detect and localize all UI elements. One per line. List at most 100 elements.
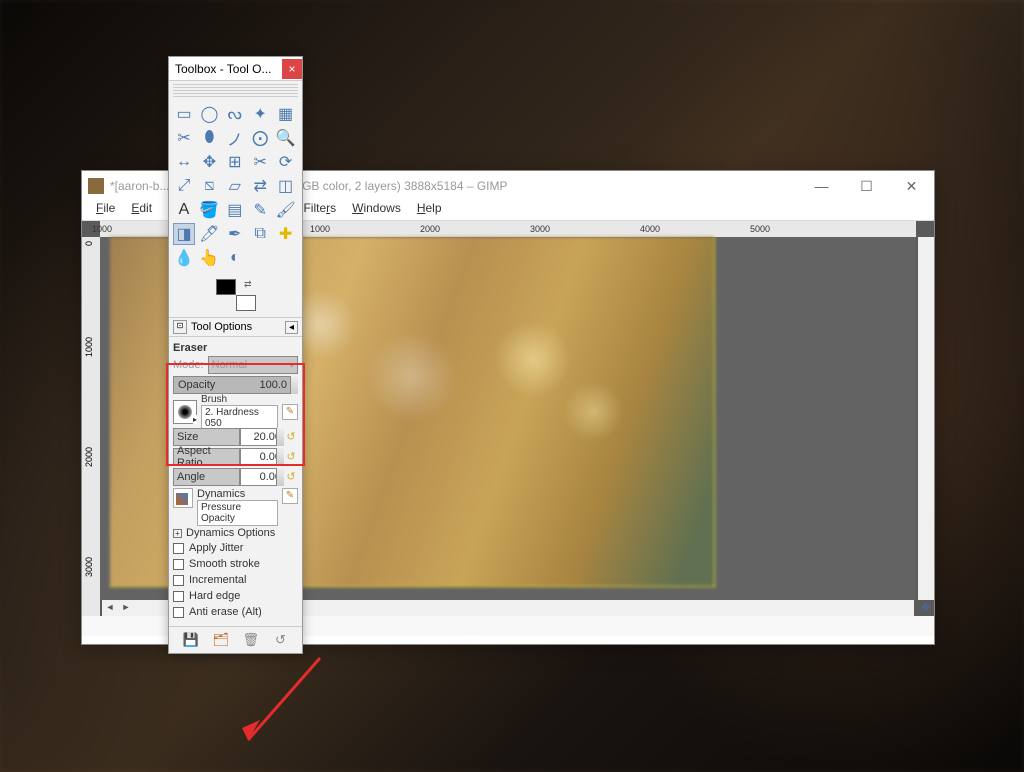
- tool-align[interactable]: ⊞: [224, 151, 246, 173]
- checkbox[interactable]: [173, 607, 184, 618]
- smooth-stroke-row[interactable]: Smooth stroke: [173, 556, 298, 572]
- brush-preview[interactable]: ▸: [173, 400, 197, 424]
- reset-size-icon[interactable]: ↺: [284, 430, 298, 444]
- menu-help[interactable]: Help: [411, 201, 448, 220]
- spinner-icon[interactable]: [276, 428, 284, 446]
- expand-icon[interactable]: +: [173, 529, 182, 538]
- grip-bar[interactable]: [173, 83, 298, 97]
- tool-pencil[interactable]: ✎: [249, 199, 271, 221]
- size-row[interactable]: Size 20.00 ↺: [173, 428, 298, 446]
- toolbox-close-button[interactable]: ×: [282, 59, 302, 79]
- dynamics-options-row[interactable]: + Dynamics Options: [173, 526, 298, 540]
- ruler-tick: 4000: [640, 224, 660, 234]
- tool-options-menu-icon[interactable]: ◂: [285, 321, 298, 334]
- hard-edge-row[interactable]: Hard edge: [173, 588, 298, 604]
- background-color[interactable]: [236, 295, 256, 311]
- checkbox[interactable]: [173, 575, 184, 586]
- tool-shear[interactable]: ⧅: [198, 175, 220, 197]
- tool-ink[interactable]: ✒: [224, 223, 246, 245]
- scroll-right-icon[interactable]: ►: [120, 602, 132, 614]
- tool-color-select[interactable]: ▦: [275, 103, 297, 125]
- tool-fuzzy-select[interactable]: ✦: [249, 103, 271, 125]
- delete-preset-icon[interactable]: 🗑: [243, 632, 259, 648]
- tool-blend[interactable]: ▤: [224, 199, 246, 221]
- size-input[interactable]: 20.00: [240, 428, 284, 446]
- aspect-input[interactable]: 0.00: [240, 448, 284, 466]
- tool-options-header[interactable]: ⊡ Tool Options ◂: [169, 317, 302, 337]
- size-label-box: Size: [173, 428, 240, 446]
- edit-brush-icon[interactable]: ✎: [282, 404, 298, 420]
- tool-measure[interactable]: ↔: [173, 151, 195, 173]
- tool-scissors[interactable]: ✂: [173, 127, 195, 149]
- foreground-color[interactable]: [216, 279, 236, 295]
- menu-file[interactable]: File: [90, 201, 121, 220]
- tool-move[interactable]: ✥: [198, 151, 220, 173]
- swap-colors-icon[interactable]: ⇄: [244, 279, 252, 290]
- scroll-left-icon[interactable]: ◄: [104, 602, 116, 614]
- tool-cage[interactable]: ◫: [275, 175, 297, 197]
- apply-jitter-row[interactable]: Apply Jitter: [173, 540, 298, 556]
- tool-scale[interactable]: ⤢: [173, 175, 195, 197]
- menu-windows[interactable]: Windows: [346, 201, 407, 220]
- vertical-scrollbar[interactable]: [918, 237, 934, 600]
- checkbox[interactable]: [173, 543, 184, 554]
- dynamics-name-box[interactable]: Pressure Opacity: [197, 500, 278, 526]
- angle-input[interactable]: 0.00: [240, 468, 284, 486]
- anti-erase-row[interactable]: Anti erase (Alt): [173, 604, 298, 620]
- opacity-row[interactable]: Opacity 100.0: [173, 376, 298, 394]
- reset-aspect-icon[interactable]: ↺: [284, 450, 298, 464]
- checkbox[interactable]: [173, 591, 184, 602]
- angle-label-box: Angle: [173, 468, 240, 486]
- minimize-button[interactable]: —: [799, 171, 844, 201]
- tool-blur[interactable]: 💧: [173, 247, 195, 269]
- tool-foreground-select[interactable]: ⬮: [198, 127, 220, 149]
- reset-angle-icon[interactable]: ↺: [284, 470, 298, 484]
- tool-dodge-burn[interactable]: ◐: [224, 247, 246, 269]
- angle-row[interactable]: Angle 0.00 ↺: [173, 468, 298, 486]
- tool-rect-select[interactable]: ▭: [173, 103, 195, 125]
- tool-airbrush[interactable]: 🖊: [198, 223, 220, 245]
- brush-name-box[interactable]: 2. Hardness 050: [201, 405, 278, 431]
- brush-row: ▸ Brush 2. Hardness 050 ✎: [173, 396, 298, 428]
- tool-flip[interactable]: ⇄: [249, 175, 271, 197]
- spinner-icon[interactable]: [290, 376, 298, 394]
- tool-text[interactable]: A: [173, 199, 195, 221]
- smooth-stroke-label: Smooth stroke: [189, 558, 260, 570]
- close-button[interactable]: ✕: [889, 171, 934, 201]
- menu-edit[interactable]: Edit: [125, 201, 158, 220]
- tool-paths[interactable]: ノ: [224, 127, 246, 149]
- tool-crop[interactable]: ✂: [249, 151, 271, 173]
- navigation-icon[interactable]: ✥: [918, 600, 934, 616]
- save-preset-icon[interactable]: 💾: [183, 632, 199, 648]
- tool-zoom[interactable]: 🔍: [275, 127, 297, 149]
- dynamics-preview[interactable]: [173, 488, 193, 508]
- tool-eraser[interactable]: ◨: [173, 223, 195, 245]
- mode-dropdown: Normal ▾: [208, 356, 298, 374]
- maximize-button[interactable]: ☐: [844, 171, 889, 201]
- incremental-row[interactable]: Incremental: [173, 572, 298, 588]
- tool-bucket-fill[interactable]: 🪣: [198, 199, 220, 221]
- spinner-icon[interactable]: [276, 468, 284, 486]
- tool-paintbrush[interactable]: 🖌: [275, 199, 297, 221]
- tool-free-select[interactable]: ᔓ: [224, 103, 246, 125]
- ruler-tick: 3000: [530, 224, 550, 234]
- menu-filters[interactable]: Filters: [297, 201, 342, 220]
- restore-preset-icon[interactable]: 🗂: [213, 632, 229, 648]
- tool-heal[interactable]: ✚: [275, 223, 297, 245]
- edit-dynamics-icon[interactable]: ✎: [282, 488, 298, 504]
- tool-clone[interactable]: ⧉: [249, 223, 271, 245]
- aspect-row[interactable]: Aspect Ratio 0.00 ↺: [173, 448, 298, 466]
- tool-smudge[interactable]: 👆: [198, 247, 220, 269]
- toolbox-titlebar[interactable]: Toolbox - Tool O... ×: [169, 57, 302, 81]
- gimp-app-icon: [88, 178, 104, 194]
- tool-rotate[interactable]: ⟳: [275, 151, 297, 173]
- fg-bg-color-swatch[interactable]: ⇄: [216, 279, 256, 311]
- tool-perspective[interactable]: ▱: [224, 175, 246, 197]
- opacity-value: 100.0: [259, 379, 287, 391]
- tool-ellipse-select[interactable]: ◯: [198, 103, 220, 125]
- reset-tool-icon[interactable]: ↺: [273, 632, 289, 648]
- spinner-icon[interactable]: [276, 448, 284, 466]
- checkbox[interactable]: [173, 559, 184, 570]
- opacity-slider[interactable]: Opacity 100.0: [173, 376, 298, 394]
- tool-color-picker[interactable]: ⨀: [249, 127, 271, 149]
